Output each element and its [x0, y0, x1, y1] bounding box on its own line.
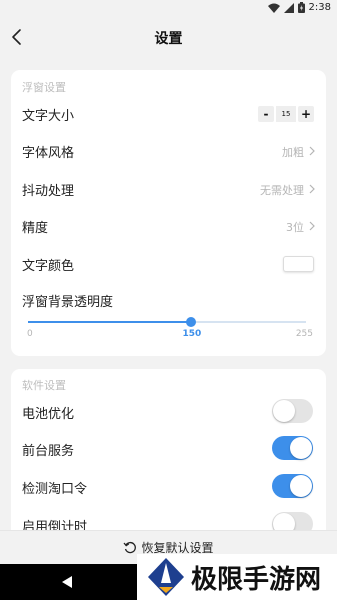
slider-fill: [28, 321, 192, 323]
row-bg-opacity: 浮窗背景透明度: [11, 285, 326, 315]
watermark: 极限手游网: [137, 554, 337, 600]
font-size-decrease-button[interactable]: -: [258, 106, 274, 122]
chevron-right-icon: [309, 146, 315, 156]
status-bar: 2:38: [0, 0, 337, 18]
jitter-label: 抖动处理: [22, 184, 75, 199]
precision-value: 3位: [286, 221, 304, 234]
wifi-icon: [267, 3, 280, 13]
foreground-toggle[interactable]: [272, 436, 313, 460]
font-size-increase-button[interactable]: +: [298, 106, 314, 122]
float-settings-card: 浮窗设置 文字大小 - 15 + 字体风格 加粗 抖动处理 无需处理 精度 3位…: [11, 70, 326, 356]
battery-icon: [297, 2, 305, 13]
foreground-label: 前台服务: [22, 444, 75, 459]
page-title: 设置: [154, 31, 183, 47]
row-jitter[interactable]: 抖动处理 无需处理: [11, 174, 326, 204]
font-size-value[interactable]: 15: [276, 106, 296, 122]
taokouling-label: 检测淘口令: [22, 482, 88, 497]
font-style-label: 字体风格: [22, 146, 75, 161]
precision-label: 精度: [22, 221, 49, 236]
bg-opacity-label: 浮窗背景透明度: [22, 295, 114, 310]
jitter-value: 无需处理: [260, 184, 304, 197]
text-color-label: 文字颜色: [22, 259, 75, 274]
signal-icon: [283, 2, 294, 13]
status-time: 2:38: [308, 2, 331, 13]
section-title-software: 软件设置: [22, 379, 66, 392]
chevron-right-icon: [309, 184, 315, 194]
taokouling-toggle[interactable]: [272, 474, 313, 498]
status-icons: 2:38: [267, 2, 331, 13]
slider-min-label: 0: [27, 329, 33, 339]
toggle-knob: [273, 400, 295, 422]
row-battery: 电池优化: [11, 397, 326, 427]
row-taokouling: 检测淘口令: [11, 472, 326, 502]
font-style-value: 加粗: [282, 146, 304, 159]
bg-opacity-slider[interactable]: [28, 317, 306, 327]
battery-toggle[interactable]: [272, 399, 313, 423]
refresh-icon: [123, 541, 137, 553]
system-navigation-bar: [0, 564, 137, 600]
battery-label: 电池优化: [22, 407, 75, 422]
text-color-swatch[interactable]: [283, 256, 314, 272]
toggle-knob: [290, 437, 312, 459]
software-settings-card: 软件设置 电池优化 前台服务 检测淘口令 启用倒计时: [11, 369, 326, 539]
slider-max-label: 255: [295, 329, 313, 339]
slider-value-label: 150: [182, 329, 202, 339]
toggle-knob: [290, 475, 312, 497]
font-size-stepper: - 15 +: [258, 106, 314, 122]
watermark-logo-icon: [148, 558, 184, 596]
row-font-size: 文字大小 - 15 +: [11, 99, 326, 129]
system-back-icon[interactable]: [62, 576, 72, 588]
slider-thumb[interactable]: [186, 317, 197, 327]
section-title-float: 浮窗设置: [22, 81, 66, 94]
chevron-right-icon: [309, 221, 315, 231]
top-navbar: 设置: [0, 18, 337, 58]
watermark-text: 极限手游网: [191, 564, 322, 595]
font-size-label: 文字大小: [22, 109, 75, 124]
row-font-style[interactable]: 字体风格 加粗: [11, 136, 326, 166]
row-foreground: 前台服务: [11, 434, 326, 464]
row-precision[interactable]: 精度 3位: [11, 211, 326, 241]
row-text-color: 文字颜色: [11, 249, 326, 279]
